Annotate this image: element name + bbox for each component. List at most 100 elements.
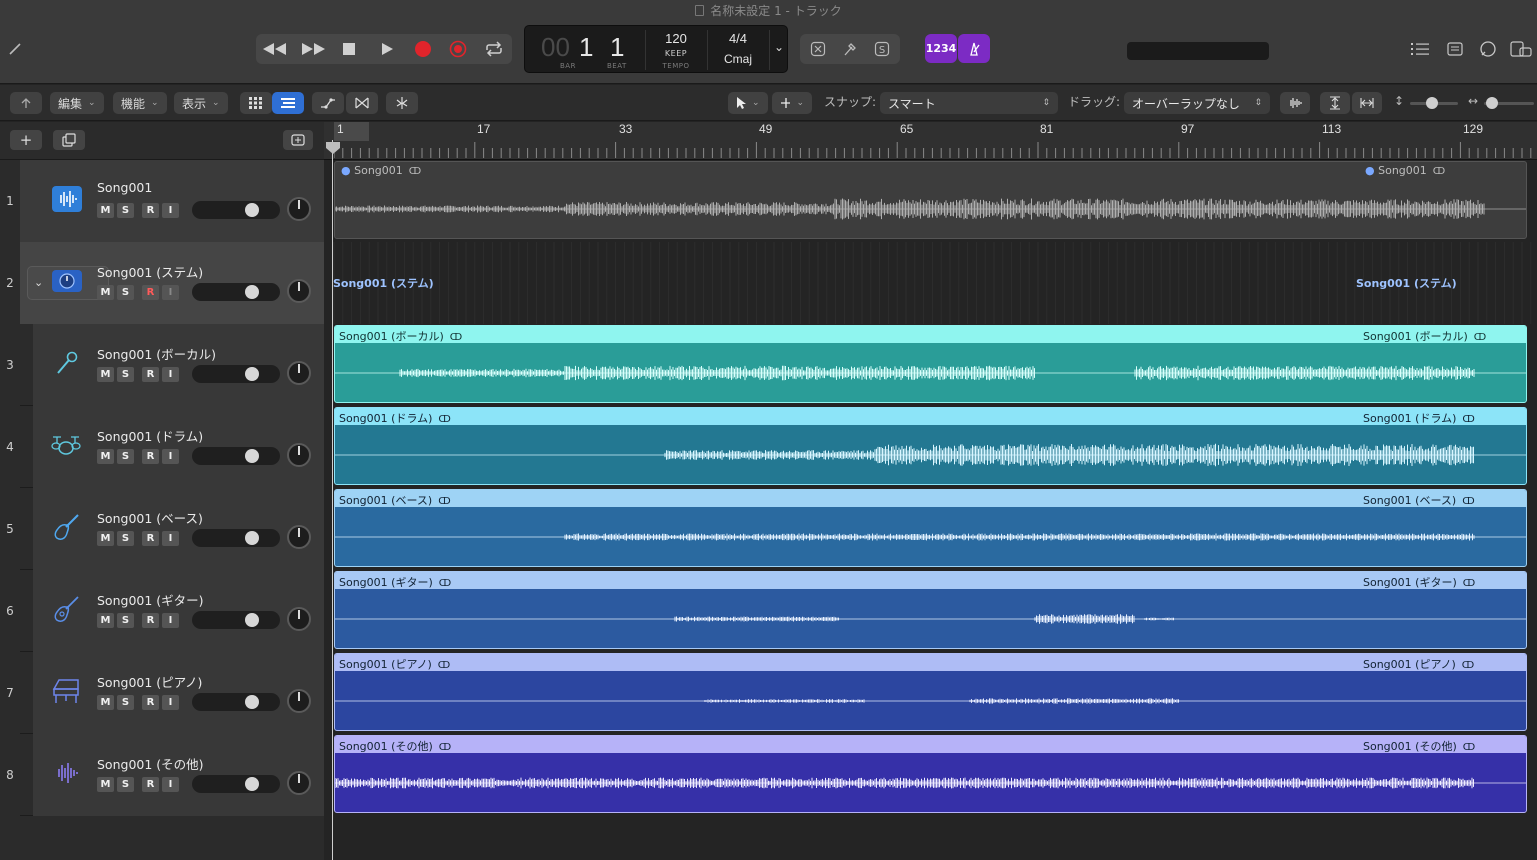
add-track-button[interactable]: + <box>10 130 42 150</box>
chevron-down-icon[interactable]: ⌄ <box>34 276 43 289</box>
mute-button[interactable]: M <box>97 613 114 628</box>
view-menu[interactable]: 表示 ⌄ <box>174 92 228 114</box>
input-monitor-button[interactable]: I <box>162 777 179 792</box>
input-monitor-button[interactable]: I <box>162 695 179 710</box>
track-body[interactable]: Song001 (ドラム) M S R I <box>33 406 324 488</box>
solo-button[interactable]: S <box>117 777 134 792</box>
record-enable-button[interactable]: R <box>142 449 159 464</box>
slider-knob[interactable] <box>245 449 259 463</box>
slider-knob[interactable] <box>1486 97 1498 109</box>
audio-region[interactable]: Song001 (ギター) ↀ Song001 (ギター) ↀ <box>334 571 1527 649</box>
track-header-7[interactable]: 7 Song001 (ピアノ) M S R I <box>0 652 324 734</box>
volume-slider[interactable] <box>192 775 280 793</box>
lcd-chevron-icon[interactable]: ⌄ <box>774 40 784 54</box>
volume-slider[interactable] <box>192 201 280 219</box>
pan-knob[interactable] <box>287 197 311 221</box>
duplicate-track-button[interactable] <box>53 130 85 150</box>
pencil-icon[interactable] <box>4 36 26 62</box>
fit-horizontal-icon[interactable] <box>1352 92 1382 114</box>
list-view-icon[interactable] <box>272 92 304 114</box>
record-enable-button[interactable]: R <box>142 531 159 546</box>
mute-button[interactable]: M <box>97 449 114 464</box>
drag-select[interactable]: オーバーラップなし ⇕ <box>1124 92 1270 114</box>
volume-slider[interactable] <box>192 283 280 301</box>
track-header-2[interactable]: 2 ⌄ Song001 (ステム) M S R I <box>0 242 324 324</box>
record-enable-button[interactable]: R <box>142 285 159 300</box>
slider-knob[interactable] <box>245 531 259 545</box>
track-header-1[interactable]: 1 Song001 M S R I <box>0 160 324 242</box>
vertical-zoom-slider[interactable] <box>1410 97 1458 109</box>
pan-knob[interactable] <box>287 361 311 385</box>
waveform-zoom-icon[interactable] <box>1280 92 1310 114</box>
slider-knob[interactable] <box>1426 97 1438 109</box>
mute-button[interactable]: M <box>97 531 114 546</box>
notepad-icon[interactable] <box>1443 36 1467 62</box>
solo-button[interactable]: S <box>117 203 134 218</box>
track-header-8[interactable]: 8 Song001 (その他) M S R I <box>0 734 324 816</box>
list-editors-icon[interactable] <box>1408 36 1432 62</box>
track-header-3[interactable]: 3 Song001 (ボーカル) M S R I <box>0 324 324 406</box>
record-enable-button[interactable]: R <box>142 203 159 218</box>
automation-icon[interactable] <box>312 92 344 114</box>
mute-button[interactable]: M <box>97 203 114 218</box>
track-header-4[interactable]: 4 Song001 (ドラム) M S R I <box>0 406 324 488</box>
lcd-display[interactable]: 00 1 1 BAR BEAT 120 KEEP TEMPO 4/4 Cmaj … <box>524 25 788 73</box>
track-name[interactable]: Song001 (ピアノ) <box>97 672 202 691</box>
playhead[interactable] <box>332 140 333 860</box>
record-enable-button[interactable]: R <box>142 613 159 628</box>
audio-region[interactable]: Song001 (その他) ↀ Song001 (その他) ↀ <box>334 735 1527 813</box>
pan-knob[interactable] <box>287 279 311 303</box>
track-body[interactable]: Song001 (ボーカル) M S R I <box>33 324 324 406</box>
volume-slider[interactable] <box>192 693 280 711</box>
record-button[interactable] <box>410 36 436 62</box>
input-monitor-button[interactable]: I <box>162 203 179 218</box>
track-name[interactable]: Song001 (その他) <box>97 754 204 773</box>
browser-icon[interactable] <box>1509 36 1533 62</box>
quantize-icon[interactable] <box>386 92 418 114</box>
track-name[interactable]: Song001 (ステム) <box>97 262 203 281</box>
slider-knob[interactable] <box>245 203 259 217</box>
flex-icon[interactable] <box>346 92 378 114</box>
audio-region[interactable]: ● Song001 ↀ ● Song001 ↀ <box>334 161 1527 239</box>
loop-browser-icon[interactable] <box>1476 36 1500 62</box>
fast-forward-button[interactable] <box>298 36 328 62</box>
cycle-icon[interactable] <box>480 36 508 62</box>
track-body[interactable]: Song001 (ベース) M S R I <box>33 488 324 570</box>
track-body[interactable]: Song001 (ピアノ) M S R I <box>33 652 324 734</box>
slider-knob[interactable] <box>245 695 259 709</box>
solo-mode-icon[interactable]: S <box>870 36 894 62</box>
track-header-6[interactable]: 6 Song001 (ギター) M S R I <box>0 570 324 652</box>
volume-slider[interactable] <box>192 365 280 383</box>
volume-slider[interactable] <box>192 529 280 547</box>
solo-button[interactable]: S <box>117 695 134 710</box>
arrange-area[interactable]: ● Song001 ↀ ● Song001 ↀ Song001 (ステム) Song… <box>324 160 1537 860</box>
horizontal-zoom-slider[interactable] <box>1484 97 1534 109</box>
track-body[interactable]: ⌄ Song001 (ステム) M S R I <box>20 242 324 324</box>
solo-button[interactable]: S <box>117 367 134 382</box>
input-monitor-button[interactable]: I <box>162 531 179 546</box>
stack-region-label[interactable]: Song001 (ステム) <box>1356 275 1457 291</box>
track-name[interactable]: Song001 <box>97 180 152 195</box>
stack-region-label[interactable]: Song001 (ステム) <box>333 275 434 291</box>
catch-back-icon[interactable] <box>10 92 42 114</box>
solo-button[interactable]: S <box>117 285 134 300</box>
rewind-button[interactable] <box>260 36 290 62</box>
pan-knob[interactable] <box>287 607 311 631</box>
volume-slider[interactable] <box>192 447 280 465</box>
input-monitor-button[interactable]: I <box>162 449 179 464</box>
track-name[interactable]: Song001 (ギター) <box>97 590 204 609</box>
record-enable-button[interactable]: R <box>142 777 159 792</box>
audio-region[interactable]: Song001 (ドラム) ↀ Song001 (ドラム) ↀ <box>334 407 1527 485</box>
tuner-icon[interactable] <box>838 36 862 62</box>
replace-icon[interactable] <box>806 36 830 62</box>
snap-select[interactable]: スマート ⇕ <box>880 92 1058 114</box>
solo-button[interactable]: S <box>117 449 134 464</box>
input-monitor-button[interactable]: I <box>162 613 179 628</box>
playhead-handle-icon[interactable] <box>326 142 340 154</box>
mute-button[interactable]: M <box>97 367 114 382</box>
slider-knob[interactable] <box>245 613 259 627</box>
track-body[interactable]: Song001 M S R I <box>20 160 324 242</box>
input-monitor-button[interactable]: I <box>162 367 179 382</box>
track-name[interactable]: Song001 (ボーカル) <box>97 344 216 363</box>
pan-knob[interactable] <box>287 443 311 467</box>
